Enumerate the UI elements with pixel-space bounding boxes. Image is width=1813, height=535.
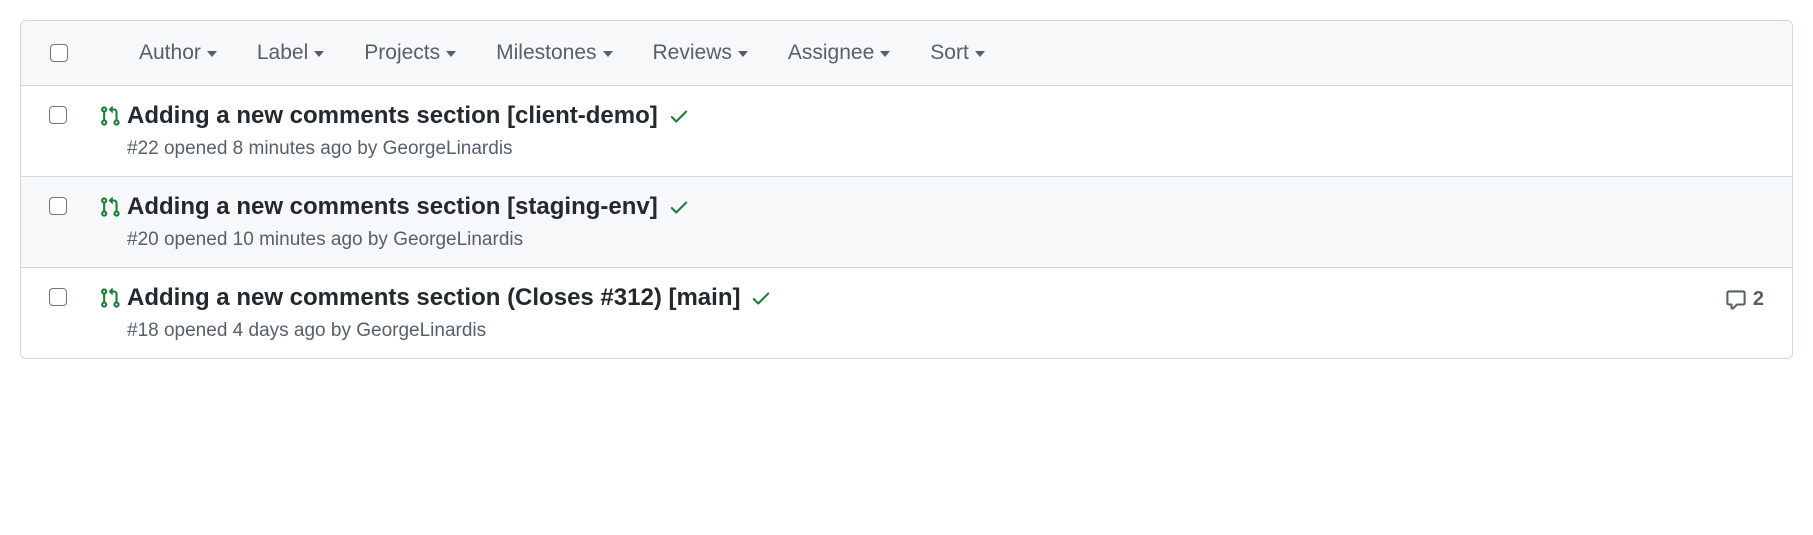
filter-author-label: Author bbox=[139, 41, 201, 65]
caret-down-icon bbox=[880, 51, 890, 57]
pr-row: Adding a new comments section (Closes #3… bbox=[21, 268, 1792, 358]
pr-content: Adding a new comments section [client-de… bbox=[127, 102, 1764, 160]
filter-assignee-label: Assignee bbox=[788, 41, 874, 65]
row-checkbox[interactable] bbox=[49, 106, 67, 124]
pr-meta: #22 opened 8 minutes ago by GeorgeLinard… bbox=[127, 138, 1764, 160]
list-header: Author Label Projects Milestones Reviews… bbox=[21, 21, 1792, 86]
filter-assignee[interactable]: Assignee bbox=[788, 41, 890, 65]
pr-row: Adding a new comments section [client-de… bbox=[21, 86, 1792, 177]
filter-reviews-label: Reviews bbox=[653, 41, 732, 65]
caret-down-icon bbox=[446, 51, 456, 57]
filter-milestones-label: Milestones bbox=[496, 41, 596, 65]
filter-projects[interactable]: Projects bbox=[364, 41, 456, 65]
filter-sort[interactable]: Sort bbox=[930, 41, 985, 65]
pr-meta: #18 opened 4 days ago by GeorgeLinardis bbox=[127, 320, 1725, 342]
check-icon[interactable] bbox=[668, 105, 690, 127]
pr-icon-col bbox=[99, 284, 127, 314]
filter-sort-label: Sort bbox=[930, 41, 969, 65]
pr-meta: #20 opened 10 minutes ago by GeorgeLinar… bbox=[127, 229, 1764, 251]
row-checkbox[interactable] bbox=[49, 288, 67, 306]
row-checkbox-col bbox=[49, 284, 69, 306]
check-icon[interactable] bbox=[750, 287, 772, 309]
caret-down-icon bbox=[207, 51, 217, 57]
caret-down-icon bbox=[738, 51, 748, 57]
pr-list-container: Author Label Projects Milestones Reviews… bbox=[20, 20, 1793, 359]
caret-down-icon bbox=[603, 51, 613, 57]
pr-title[interactable]: Adding a new comments section (Closes #3… bbox=[127, 284, 740, 312]
git-pull-request-icon bbox=[99, 196, 121, 218]
filter-projects-label: Projects bbox=[364, 41, 440, 65]
pr-icon-col bbox=[99, 193, 127, 223]
row-checkbox-col bbox=[49, 193, 69, 215]
pr-title-line: Adding a new comments section [staging-e… bbox=[127, 193, 1764, 221]
filter-label-label: Label bbox=[257, 41, 308, 65]
pr-title[interactable]: Adding a new comments section [staging-e… bbox=[127, 193, 658, 221]
pr-title-line: Adding a new comments section (Closes #3… bbox=[127, 284, 1725, 312]
pr-row: Adding a new comments section [staging-e… bbox=[21, 177, 1792, 268]
filter-author[interactable]: Author bbox=[139, 41, 217, 65]
comment-count: 2 bbox=[1753, 288, 1764, 311]
caret-down-icon bbox=[314, 51, 324, 57]
comments-link[interactable]: 2 bbox=[1725, 284, 1764, 311]
filter-label[interactable]: Label bbox=[257, 41, 324, 65]
row-checkbox-col bbox=[49, 102, 69, 124]
pr-content: Adding a new comments section [staging-e… bbox=[127, 193, 1764, 251]
pr-title[interactable]: Adding a new comments section [client-de… bbox=[127, 102, 658, 130]
caret-down-icon bbox=[975, 51, 985, 57]
row-checkbox[interactable] bbox=[49, 197, 67, 215]
pr-title-line: Adding a new comments section [client-de… bbox=[127, 102, 1764, 130]
pr-content: Adding a new comments section (Closes #3… bbox=[127, 284, 1725, 342]
pr-icon-col bbox=[99, 102, 127, 132]
select-all-checkbox[interactable] bbox=[50, 44, 68, 62]
git-pull-request-icon bbox=[99, 105, 121, 127]
filter-milestones[interactable]: Milestones bbox=[496, 41, 612, 65]
git-pull-request-icon bbox=[99, 287, 121, 309]
filter-reviews[interactable]: Reviews bbox=[653, 41, 748, 65]
comment-icon bbox=[1725, 289, 1747, 311]
check-icon[interactable] bbox=[668, 196, 690, 218]
select-all-container bbox=[49, 43, 69, 63]
